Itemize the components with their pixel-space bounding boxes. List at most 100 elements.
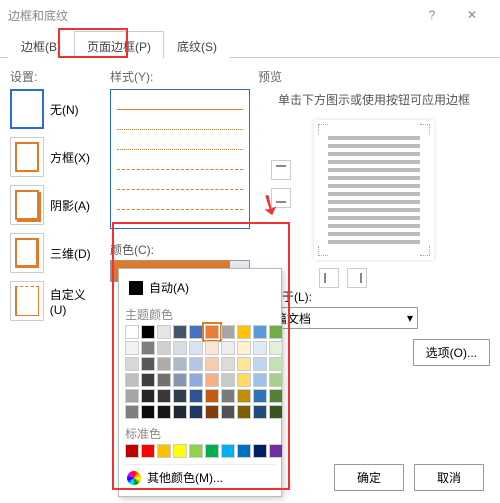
color-swatch[interactable] — [189, 444, 203, 458]
tab-page-border[interactable]: 页面边框(P) — [74, 31, 164, 58]
color-swatch[interactable] — [189, 357, 203, 371]
color-swatch[interactable] — [141, 357, 155, 371]
color-swatch[interactable] — [157, 373, 171, 387]
color-swatch[interactable] — [237, 373, 251, 387]
color-swatch[interactable] — [189, 405, 203, 419]
color-swatch[interactable] — [237, 341, 251, 355]
color-swatch[interactable] — [141, 373, 155, 387]
color-swatch[interactable] — [173, 444, 187, 458]
color-swatch[interactable] — [253, 405, 267, 419]
color-swatch[interactable] — [221, 341, 235, 355]
color-swatch[interactable] — [253, 444, 267, 458]
color-swatch[interactable] — [189, 373, 203, 387]
color-swatch[interactable] — [269, 373, 283, 387]
color-swatch[interactable] — [205, 444, 219, 458]
options-button[interactable]: 选项(O)... — [413, 339, 490, 366]
color-swatch[interactable] — [269, 405, 283, 419]
color-swatch[interactable] — [157, 389, 171, 403]
setting-3d[interactable]: 三维(D) — [10, 233, 102, 273]
color-swatch[interactable] — [141, 405, 155, 419]
color-auto[interactable]: 自动(A) — [125, 275, 275, 300]
color-swatch[interactable] — [205, 341, 219, 355]
setting-custom-label: 自定义(U) — [50, 286, 102, 317]
border-left-button[interactable] — [319, 268, 339, 288]
style-listbox[interactable] — [110, 89, 250, 229]
color-swatch[interactable] — [173, 405, 187, 419]
setting-custom[interactable]: 自定义(U) — [10, 281, 102, 321]
color-swatch[interactable] — [189, 389, 203, 403]
style-label: 样式(Y): — [110, 68, 250, 85]
color-swatch[interactable] — [125, 373, 139, 387]
setting-shadow[interactable]: 阴影(A) — [10, 185, 102, 225]
preview-page[interactable] — [314, 120, 434, 260]
color-swatch[interactable] — [125, 325, 139, 339]
color-swatch[interactable] — [157, 325, 171, 339]
color-swatch[interactable] — [237, 357, 251, 371]
color-swatch[interactable] — [189, 325, 203, 339]
tab-border[interactable]: 边框(B) — [8, 31, 74, 58]
color-swatch[interactable] — [141, 341, 155, 355]
color-swatch[interactable] — [205, 405, 219, 419]
color-swatch[interactable] — [157, 357, 171, 371]
color-wheel-icon — [127, 471, 141, 485]
standard-colors-label: 标准色 — [125, 425, 275, 442]
border-top-button[interactable] — [271, 160, 291, 180]
color-swatch[interactable] — [269, 325, 283, 339]
color-swatch[interactable] — [125, 405, 139, 419]
setting-none[interactable]: 无(N) — [10, 89, 102, 129]
color-swatch[interactable] — [173, 389, 187, 403]
color-swatch[interactable] — [141, 444, 155, 458]
setting-box[interactable]: 方框(X) — [10, 137, 102, 177]
color-swatch[interactable] — [253, 341, 267, 355]
color-swatch[interactable] — [269, 444, 283, 458]
color-swatch[interactable] — [269, 341, 283, 355]
black-swatch — [129, 281, 143, 295]
color-swatch[interactable] — [173, 373, 187, 387]
color-swatch[interactable] — [253, 389, 267, 403]
color-swatch[interactable] — [125, 444, 139, 458]
color-swatch[interactable] — [237, 444, 251, 458]
color-swatch[interactable] — [173, 325, 187, 339]
tab-shading[interactable]: 底纹(S) — [164, 31, 230, 58]
color-swatch[interactable] — [221, 405, 235, 419]
color-swatch[interactable] — [237, 389, 251, 403]
color-swatch[interactable] — [237, 325, 251, 339]
more-colors[interactable]: 其他颜色(M)... — [125, 464, 275, 490]
cancel-button[interactable]: 取消 — [414, 464, 484, 491]
color-swatch[interactable] — [205, 373, 219, 387]
color-swatch[interactable] — [125, 341, 139, 355]
color-swatch[interactable] — [173, 357, 187, 371]
color-swatch[interactable] — [189, 341, 203, 355]
preview-label: 预览 — [258, 68, 490, 85]
color-swatch[interactable] — [205, 325, 219, 339]
close-button[interactable]: ✕ — [452, 0, 492, 30]
color-swatch[interactable] — [253, 325, 267, 339]
color-swatch[interactable] — [237, 405, 251, 419]
theme-color-grid — [125, 325, 275, 419]
color-swatch[interactable] — [173, 341, 187, 355]
color-swatch[interactable] — [221, 389, 235, 403]
color-picker-popup: 自动(A) 主题颜色 标准色 其他颜色(M)... — [118, 268, 282, 497]
color-label: 颜色(C): — [110, 241, 250, 258]
color-swatch[interactable] — [157, 405, 171, 419]
color-swatch[interactable] — [221, 373, 235, 387]
color-swatch[interactable] — [269, 357, 283, 371]
color-swatch[interactable] — [141, 325, 155, 339]
color-swatch[interactable] — [157, 341, 171, 355]
color-swatch[interactable] — [125, 389, 139, 403]
color-swatch[interactable] — [269, 389, 283, 403]
color-swatch[interactable] — [205, 357, 219, 371]
color-swatch[interactable] — [253, 373, 267, 387]
ok-button[interactable]: 确定 — [334, 464, 404, 491]
color-swatch[interactable] — [125, 357, 139, 371]
color-swatch[interactable] — [141, 389, 155, 403]
color-swatch[interactable] — [221, 444, 235, 458]
color-swatch[interactable] — [205, 389, 219, 403]
color-swatch[interactable] — [221, 325, 235, 339]
standard-color-grid — [125, 444, 275, 458]
help-button[interactable]: ? — [412, 0, 452, 30]
color-swatch[interactable] — [157, 444, 171, 458]
border-right-button[interactable] — [347, 268, 367, 288]
color-swatch[interactable] — [221, 357, 235, 371]
color-swatch[interactable] — [253, 357, 267, 371]
